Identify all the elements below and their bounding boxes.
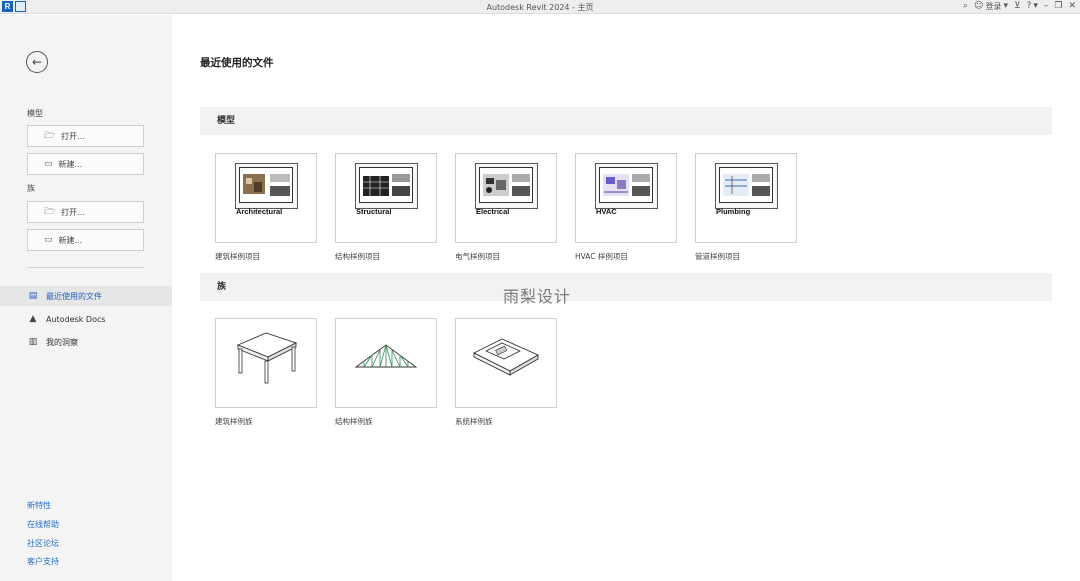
search-binoculars-icon[interactable]: ⌕ bbox=[963, 1, 968, 12]
family-card-structural[interactable] bbox=[335, 318, 437, 408]
link-whats-new[interactable]: 新特性 bbox=[27, 500, 51, 511]
link-community-forum[interactable]: 社区论坛 bbox=[27, 538, 59, 549]
model-card-label[interactable]: 管道样例项目 bbox=[695, 251, 740, 262]
cart-icon[interactable]: ⊻ bbox=[1014, 1, 1021, 12]
duct-model-icon bbox=[472, 338, 539, 376]
open-model-button[interactable]: 🗁 打开... bbox=[27, 125, 144, 147]
project-thumbnail bbox=[355, 163, 418, 209]
family-card-label[interactable]: 系统样例族 bbox=[455, 416, 493, 427]
models-section-header: 模型 bbox=[200, 107, 1052, 135]
model-card-electrical[interactable]: Electrical bbox=[455, 153, 557, 243]
new-model-button[interactable]: ▭ 新建... bbox=[27, 153, 144, 175]
new-file-icon: ▭ bbox=[44, 235, 53, 245]
project-thumbnail bbox=[475, 163, 538, 209]
sign-in-button[interactable]: ☺ 登录 ▾ bbox=[974, 1, 1008, 12]
model-card-caption: Plumbing bbox=[716, 207, 751, 216]
model-card-caption: Electrical bbox=[476, 207, 510, 216]
model-card-caption: HVAC bbox=[596, 207, 617, 216]
project-thumbnail bbox=[235, 163, 298, 209]
families-section-header: 族 bbox=[200, 273, 1052, 301]
nav-recent-files-label: 最近使用的文件 bbox=[46, 291, 102, 301]
family-card-label[interactable]: 结构样例族 bbox=[335, 416, 373, 427]
revit-logo-icon[interactable]: R bbox=[2, 1, 13, 12]
model-card-architectural[interactable]: Architectural bbox=[215, 153, 317, 243]
new-family-label: 新建... bbox=[58, 235, 83, 245]
chevron-down-icon: ▾ bbox=[1003, 1, 1008, 11]
autodesk-logo-icon: ▲ bbox=[29, 314, 37, 324]
nav-my-insights-label: 我的洞察 bbox=[46, 337, 78, 347]
link-customer-support[interactable]: 客户支持 bbox=[27, 556, 59, 567]
open-family-button[interactable]: 🗁 打开... bbox=[27, 201, 144, 223]
open-family-label: 打开... bbox=[61, 207, 85, 217]
model-card-label[interactable]: 电气样例项目 bbox=[455, 251, 500, 262]
folder-open-icon: 🗁 bbox=[44, 131, 56, 141]
truss-model-icon bbox=[354, 344, 418, 368]
model-card-hvac[interactable]: HVAC bbox=[575, 153, 677, 243]
models-section-label: 模型 bbox=[27, 109, 43, 118]
back-arrow-icon[interactable]: ← bbox=[26, 51, 48, 73]
restore-icon[interactable]: ❐ bbox=[1054, 1, 1062, 12]
model-card-plumbing[interactable]: Plumbing bbox=[695, 153, 797, 243]
close-icon[interactable]: ✕ bbox=[1068, 1, 1076, 12]
user-icon: ☺ bbox=[974, 1, 984, 11]
sidebar-divider bbox=[27, 267, 144, 268]
table-model-icon bbox=[236, 332, 298, 384]
model-card-caption: Structural bbox=[356, 207, 392, 216]
link-online-help[interactable]: 在线帮助 bbox=[27, 519, 59, 530]
project-thumbnail bbox=[595, 163, 658, 209]
recent-files-icon: ▤ bbox=[28, 291, 38, 301]
title-bar: R Autodesk Revit 2024 - 主页 ⌕ ☺ 登录 ▾ ⊻ ? ▾ –… bbox=[0, 0, 1080, 14]
sidebar: ← 模型 🗁 打开... ▭ 新建... 族 🗁 打开... ▭ 新建... ▤… bbox=[0, 15, 172, 581]
folder-open-icon: 🗁 bbox=[44, 207, 56, 217]
minimize-icon[interactable]: – bbox=[1044, 1, 1049, 12]
open-model-label: 打开... bbox=[61, 131, 85, 141]
model-card-structural[interactable]: Structural bbox=[335, 153, 437, 243]
title-bar-controls: ⌕ ☺ 登录 ▾ ⊻ ? ▾ – ❐ ✕ bbox=[963, 1, 1076, 12]
new-family-button[interactable]: ▭ 新建... bbox=[27, 229, 144, 251]
model-card-label[interactable]: 建筑样例项目 bbox=[215, 251, 260, 262]
families-section-label: 族 bbox=[27, 184, 35, 193]
family-card-architectural[interactable] bbox=[215, 318, 317, 408]
nav-recent-files[interactable]: ▤ 最近使用的文件 bbox=[0, 286, 172, 306]
family-card-label[interactable]: 建筑样例族 bbox=[215, 416, 253, 427]
app-icons: R bbox=[2, 1, 26, 12]
nav-autodesk-docs[interactable]: ▲ Autodesk Docs bbox=[0, 309, 172, 329]
page-title: 最近使用的文件 bbox=[200, 57, 274, 69]
new-model-label: 新建... bbox=[58, 159, 83, 169]
model-card-label[interactable]: 结构样例项目 bbox=[335, 251, 380, 262]
watermark-text: 雨梨设计 bbox=[503, 287, 572, 306]
nav-my-insights[interactable]: ▥ 我的洞察 bbox=[0, 332, 172, 352]
project-thumbnail bbox=[715, 163, 778, 209]
new-file-icon: ▭ bbox=[44, 159, 53, 169]
model-card-label[interactable]: HVAC 样例项目 bbox=[575, 251, 628, 262]
family-card-system[interactable] bbox=[455, 318, 557, 408]
sign-in-label: 登录 bbox=[985, 2, 1002, 11]
main-content: 最近使用的文件 模型 Architectural 建筑样例项目 Structur… bbox=[172, 15, 1080, 581]
insights-icon: ▥ bbox=[28, 337, 38, 347]
model-card-caption: Architectural bbox=[236, 207, 283, 216]
nav-autodesk-docs-label: Autodesk Docs bbox=[46, 314, 106, 324]
quick-access-icon[interactable] bbox=[15, 1, 26, 12]
help-icon[interactable]: ? ▾ bbox=[1027, 1, 1038, 12]
window-title: Autodesk Revit 2024 - 主页 bbox=[486, 3, 594, 12]
